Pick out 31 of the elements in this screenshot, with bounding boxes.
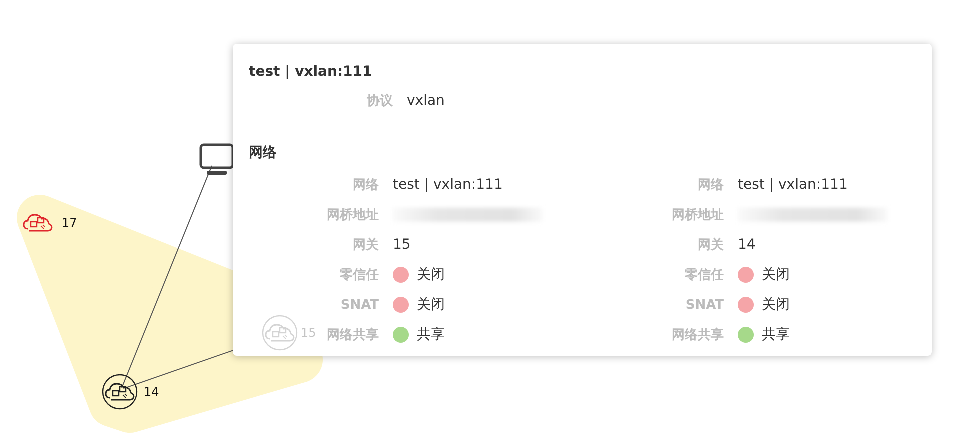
field-label: 网桥地址: [327, 207, 379, 224]
node-label: 17: [62, 216, 78, 230]
status-text: 共享: [762, 326, 790, 344]
field-label: SNAT: [686, 298, 724, 312]
node-label: 15: [301, 326, 316, 340]
field-label: 网络: [698, 177, 724, 194]
field-label: SNAT: [340, 298, 379, 312]
field-label: 网络: [353, 177, 379, 194]
status-text: 关闭: [762, 266, 790, 284]
status-text: 关闭: [417, 266, 445, 284]
field-label: 网络共享: [672, 326, 724, 344]
field-value: test | vxlan:111: [393, 177, 503, 193]
section-heading: 网络: [249, 144, 278, 162]
field-label: 网关: [698, 236, 724, 254]
field-label: 零信任: [340, 267, 379, 284]
node-label: 14: [144, 385, 160, 399]
field-value: vxlan: [407, 93, 445, 109]
field-label: 零信任: [685, 267, 724, 284]
field-value: test | vxlan:111: [738, 177, 848, 193]
tooltip-title: test | vxlan:111: [249, 64, 374, 80]
field-label: 网桥地址: [672, 207, 724, 224]
status-text: 关闭: [762, 296, 790, 314]
status-text: 共享: [417, 326, 445, 344]
field-label: 网关: [353, 236, 379, 254]
monitor-icon[interactable]: [199, 142, 235, 178]
field-value: 14: [738, 237, 756, 253]
cloud-network-icon[interactable]: [102, 374, 138, 410]
field-value: 15: [393, 237, 411, 253]
field-label: 网络共享: [327, 326, 379, 344]
status-text: 关闭: [417, 296, 445, 314]
field-label: 协议: [367, 92, 393, 110]
